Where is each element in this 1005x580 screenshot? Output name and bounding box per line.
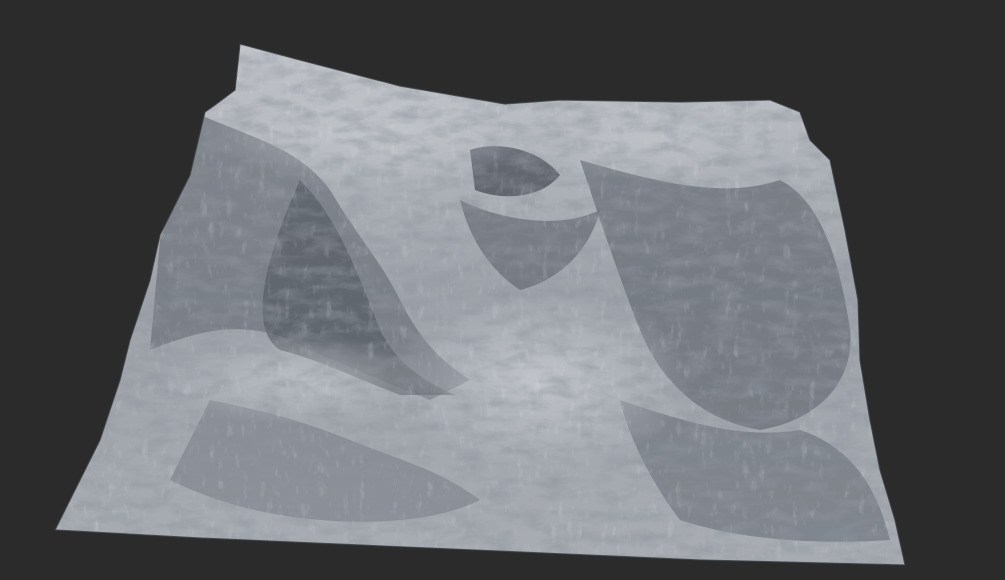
terrain-surface [55,44,905,565]
render-viewport[interactable] [0,0,1005,580]
terrain-render [54,43,906,566]
